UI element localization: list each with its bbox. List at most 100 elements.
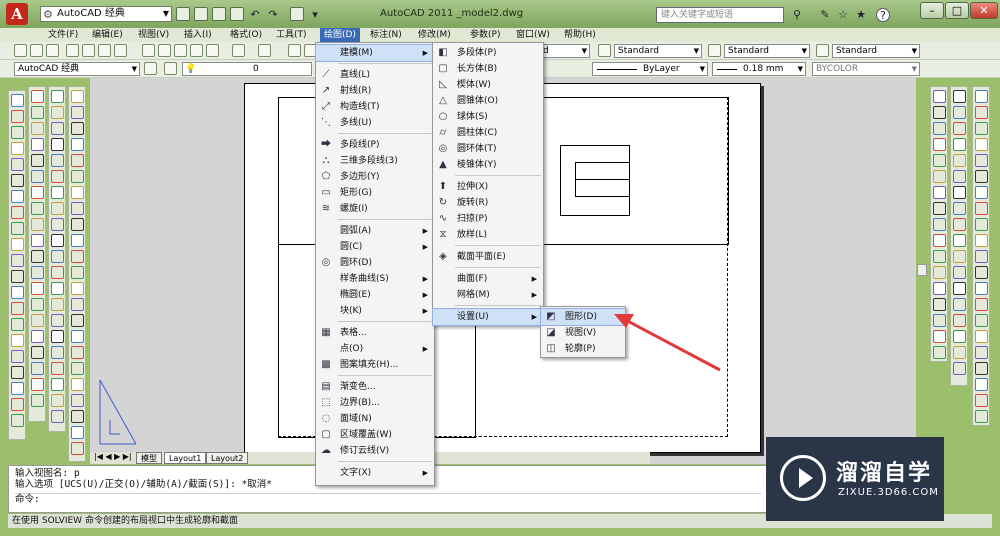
tool-icon[interactable] xyxy=(975,298,988,311)
tool-icon[interactable] xyxy=(51,330,64,343)
tool-icon[interactable] xyxy=(975,378,988,391)
tool-icon[interactable] xyxy=(953,138,966,151)
tool-icon[interactable] xyxy=(31,186,44,199)
paste-icon[interactable] xyxy=(174,44,187,57)
draw_menu-item[interactable]: ▩ 图案填充(H)... xyxy=(316,357,434,373)
draw_menu-item[interactable]: 块(K) ▶ xyxy=(316,303,434,319)
tool-icon[interactable] xyxy=(953,154,966,167)
tab-layout1[interactable]: Layout1 xyxy=(164,452,207,464)
tool-icon[interactable] xyxy=(31,234,44,247)
tool-icon[interactable] xyxy=(71,202,84,215)
draw_menu-item[interactable]: 点(O) ▶ xyxy=(316,341,434,357)
model_menu-item[interactable]: ◧ 多段体(P) xyxy=(433,45,543,61)
tool-icon[interactable] xyxy=(51,170,64,183)
tool-icon[interactable] xyxy=(71,250,84,263)
tool-icon[interactable] xyxy=(71,138,84,151)
tool-icon[interactable] xyxy=(975,170,988,183)
tool-icon[interactable] xyxy=(953,250,966,263)
draw_menu-item[interactable]: 圆(C) ▶ xyxy=(316,239,434,255)
tool-icon[interactable] xyxy=(71,330,84,343)
tool-icon[interactable] xyxy=(31,298,44,311)
tool-icon[interactable] xyxy=(51,154,64,167)
new-icon[interactable] xyxy=(14,44,27,57)
model_menu-item[interactable]: ⧖ 放样(L) xyxy=(433,227,543,243)
draw_menu-item[interactable]: 圆弧(A) ▶ xyxy=(316,223,434,239)
tool-icon[interactable] xyxy=(11,382,24,395)
save-icon[interactable] xyxy=(212,7,226,21)
tool-icon[interactable] xyxy=(975,234,988,247)
color-select-partial[interactable] xyxy=(542,62,586,76)
tool-icon[interactable] xyxy=(71,170,84,183)
menu-window[interactable]: 窗口(W) xyxy=(512,28,554,42)
tool-icon[interactable] xyxy=(31,314,44,327)
model_menu-item[interactable]: ↻ 旋转(R) xyxy=(433,195,543,211)
star-icon[interactable]: ☆ xyxy=(836,8,850,22)
undo-icon[interactable]: ↶ xyxy=(248,8,262,22)
tool-icon[interactable] xyxy=(953,122,966,135)
table-style-select[interactable]: Standard ▼ xyxy=(724,44,810,58)
tool-icon[interactable] xyxy=(953,314,966,327)
draw_menu-item[interactable]: ◎ 圆环(D) xyxy=(316,255,434,271)
autocad-logo-icon[interactable]: A xyxy=(6,3,28,25)
tool-icon[interactable] xyxy=(51,202,64,215)
tool-icon[interactable] xyxy=(31,378,44,391)
tool-icon[interactable] xyxy=(975,122,988,135)
tool-icon[interactable] xyxy=(975,250,988,263)
tool-icon[interactable] xyxy=(51,362,64,375)
preview-icon[interactable] xyxy=(82,44,95,57)
tool-icon[interactable] xyxy=(11,158,24,171)
publish-icon[interactable] xyxy=(98,44,111,57)
tool-icon[interactable] xyxy=(933,138,946,151)
draw_menu-item[interactable]: 文字(X) ▶ xyxy=(316,465,434,481)
lineweight-select[interactable]: 0.18 mm ▼ xyxy=(712,62,806,76)
tool-icon[interactable] xyxy=(51,234,64,247)
tool-icon[interactable] xyxy=(953,346,966,359)
tool-icon[interactable] xyxy=(31,138,44,151)
open-icon[interactable] xyxy=(30,44,43,57)
tool-icon[interactable] xyxy=(11,398,24,411)
tool-icon[interactable] xyxy=(71,426,84,439)
matchprop-icon[interactable] xyxy=(190,44,203,57)
copy-icon[interactable] xyxy=(158,44,171,57)
model_menu-item[interactable]: ○ 球体(S) xyxy=(433,109,543,125)
tool-icon[interactable] xyxy=(975,90,988,103)
tool-icon[interactable] xyxy=(933,250,946,263)
menu-format[interactable]: 格式(O) xyxy=(226,28,266,42)
tool-icon[interactable] xyxy=(71,218,84,231)
tool-icon[interactable] xyxy=(953,362,966,375)
tool-icon[interactable] xyxy=(975,218,988,231)
menu-dimension[interactable]: 标注(N) xyxy=(366,28,406,42)
undo-icon[interactable] xyxy=(232,44,245,57)
draw_menu-item[interactable]: ◌ 面域(N) xyxy=(316,411,434,427)
tab-nav-icon[interactable]: |◀ ◀ ▶ ▶| xyxy=(94,452,132,461)
tool-icon[interactable] xyxy=(71,266,84,279)
tool-icon[interactable] xyxy=(11,126,24,139)
tool-icon[interactable] xyxy=(933,122,946,135)
model_menu-item[interactable]: ⬆ 拉伸(X) xyxy=(433,179,543,195)
tool-icon[interactable] xyxy=(933,346,946,359)
workspace-select[interactable]: ⚙ AutoCAD 经典 ▼ xyxy=(40,6,172,22)
tool-icon[interactable] xyxy=(11,270,24,283)
tool-icon[interactable] xyxy=(31,122,44,135)
model_menu-item[interactable]: ⌭ 圆柱体(C) xyxy=(433,125,543,141)
workspace-select[interactable]: AutoCAD 经典 ▼ xyxy=(14,62,140,76)
layer-select[interactable]: 💡 0 xyxy=(182,62,312,76)
tool-icon[interactable] xyxy=(11,254,24,267)
tool-icon[interactable] xyxy=(31,394,44,407)
tool-icon[interactable] xyxy=(31,202,44,215)
tool-icon[interactable] xyxy=(975,266,988,279)
tool-icon[interactable] xyxy=(31,218,44,231)
tool-icon[interactable] xyxy=(933,202,946,215)
search-input[interactable]: 键入关键字或短语 xyxy=(656,7,784,23)
tool-icon[interactable] xyxy=(71,106,84,119)
tool-icon[interactable] xyxy=(31,362,44,375)
menu-parametric[interactable]: 参数(P) xyxy=(466,28,504,42)
tool-icon[interactable] xyxy=(71,314,84,327)
plotstyle-select[interactable]: BYCOLOR ▼ xyxy=(812,62,920,76)
tool-icon[interactable] xyxy=(51,378,64,391)
tool-icon[interactable] xyxy=(71,346,84,359)
tool-icon[interactable] xyxy=(975,106,988,119)
model_menu-item[interactable]: ∿ 扫掠(P) xyxy=(433,211,543,227)
menu-edit[interactable]: 编辑(E) xyxy=(88,28,127,42)
tool-icon[interactable] xyxy=(953,186,966,199)
